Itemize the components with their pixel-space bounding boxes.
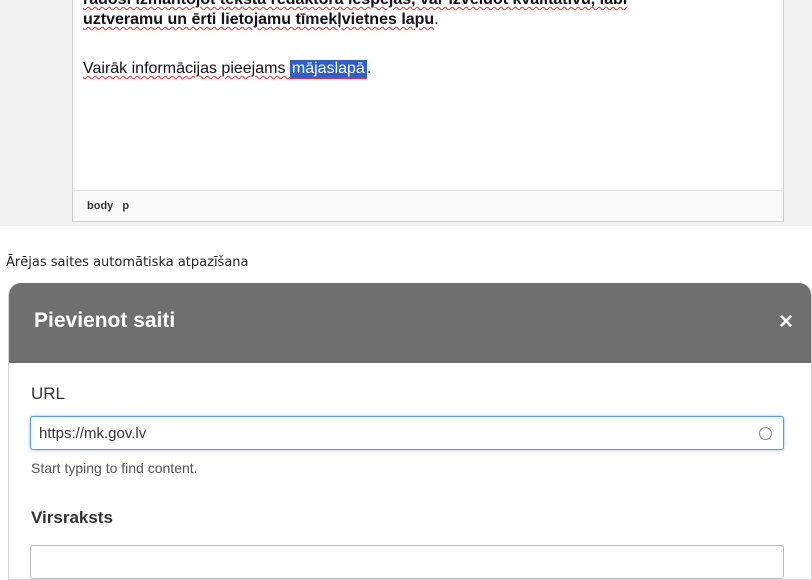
section-caption: Ārējas saites automātiska atpazīšana <box>6 255 249 270</box>
info-paragraph: Vairāk informācijas pieejams mājaslapā. <box>83 59 371 79</box>
editor-content[interactable]: radosi izmantojot teksta redaktora iespē… <box>83 0 773 190</box>
dialog-title: Pievienot saiti <box>34 309 176 332</box>
info-paragraph-text: Vairāk informācijas pieejams <box>83 60 290 77</box>
bold-paragraph-line-2: uztveramu un ērti lietojamu tīmekļvietne… <box>83 10 773 30</box>
url-input[interactable] <box>30 416 784 450</box>
url-label: URL <box>31 384 66 403</box>
bold-paragraph-line-2-text: uztveramu un ērti lietojamu tīmekļvietne… <box>83 11 435 28</box>
title-input[interactable] <box>30 545 784 579</box>
bold-paragraph: radosi izmantojot teksta redaktora iespē… <box>83 0 773 30</box>
title-label: Virsraksts <box>31 508 113 527</box>
info-paragraph-period: . <box>366 60 372 77</box>
editor-frame: radosi izmantojot teksta redaktora iespē… <box>0 0 812 226</box>
url-help-text: Start typing to find content. <box>31 460 198 476</box>
dialog-body: URL Start typing to find content. Virsra… <box>9 363 811 579</box>
close-icon[interactable]: × <box>769 305 803 339</box>
selected-link-text[interactable]: mājaslapā <box>289 60 367 79</box>
add-link-dialog: Pievienot saiti × URL Start typing to fi… <box>8 283 812 580</box>
loading-spinner-icon <box>759 427 772 440</box>
path-body[interactable]: body <box>87 200 113 212</box>
editor-statusbar: body p <box>73 190 783 221</box>
bold-paragraph-period: . <box>434 11 439 28</box>
rich-text-editor[interactable]: radosi izmantojot teksta redaktora iespē… <box>72 0 784 222</box>
dialog-header: Pievienot saiti × <box>9 283 811 363</box>
path-p[interactable]: p <box>122 200 129 212</box>
bold-paragraph-line-1: radosi izmantojot teksta redaktora iespē… <box>83 0 773 10</box>
